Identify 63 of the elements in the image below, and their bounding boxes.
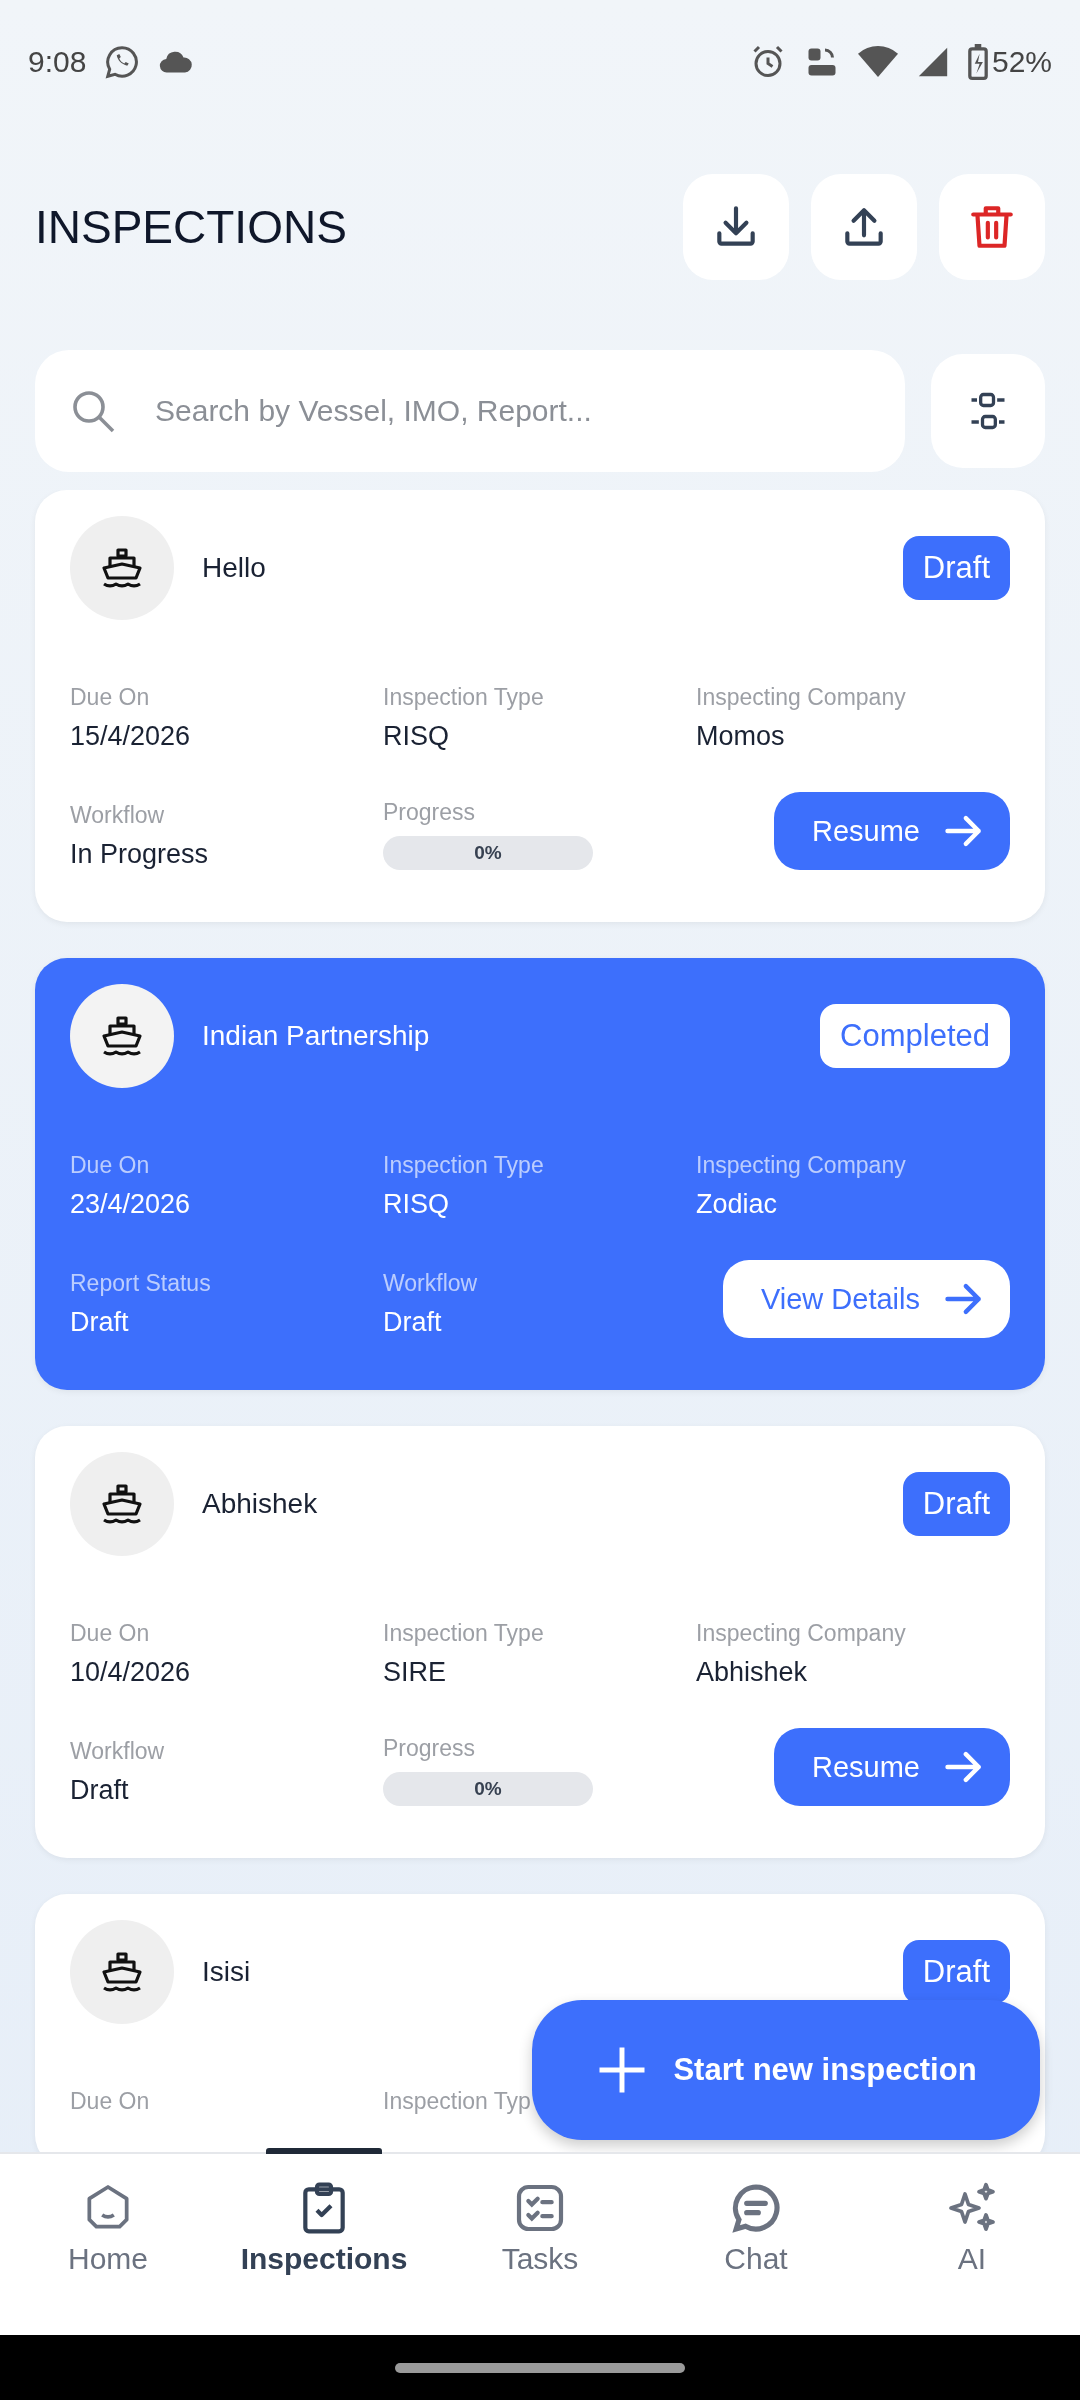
field-label: Progress: [383, 799, 477, 826]
status-badge: Draft: [902, 1472, 1010, 1536]
vessel-name: Hello: [202, 552, 267, 584]
inspection-card[interactable]: Indian Partnership Completed Due On 23/4/2026 Inspection Type RISQ Inspecting Company Zodiac Report Status Draft Workflow Draft View Details: [35, 958, 1045, 1390]
field-value: Zodiac: [696, 1189, 779, 1220]
status-badge: Draft: [902, 1940, 1010, 2004]
search-field[interactable]: Search by Vessel, IMO, Report...: [35, 350, 905, 472]
upload-button[interactable]: [811, 174, 917, 280]
field-label: Due On: [70, 2088, 151, 2115]
field-value: Draft: [383, 1307, 443, 1338]
field-value: Draft: [70, 1775, 130, 1806]
page-title: INSPECTIONS: [35, 200, 348, 254]
progress-reading: 0%: [473, 841, 503, 865]
nav-tab[interactable]: Home: [0, 2154, 216, 2335]
nav-tab[interactable]: Chat: [648, 2154, 864, 2335]
action-button[interactable]: Resume: [774, 1728, 1010, 1806]
inspection-card[interactable]: Abhishek Draft Due On 10/4/2026 Inspection Type SIRE Inspecting Company Abhishek Workflow Draft Progress 0% Resume: [35, 1426, 1045, 1858]
field-value: RISQ: [383, 721, 450, 752]
battery-icon: [967, 44, 988, 80]
vessel-name: Abhishek: [202, 1488, 319, 1520]
field-label: Workflow: [383, 1270, 479, 1297]
status-badge: Draft: [902, 536, 1010, 600]
field-label: Workflow: [70, 802, 166, 829]
download-button[interactable]: [683, 174, 789, 280]
inspection-card[interactable]: Hello Draft Due On 15/4/2026 Inspection Type RISQ Inspecting Company Momos Workflow In Progress Progress 0% Resume: [35, 490, 1045, 922]
field-label: Inspecting Company: [696, 1620, 907, 1647]
field-value: 10/4/2026: [70, 1657, 192, 1688]
field-label: Due On: [70, 1152, 151, 1179]
field-label: Inspecting Company: [696, 1152, 907, 1179]
field-label: Due On: [70, 1620, 151, 1647]
field-value: 15/4/2026: [70, 721, 192, 752]
nav-tab[interactable]: Inspections: [216, 2154, 432, 2335]
vessel-name: Indian Partnership: [202, 1020, 431, 1052]
field-label: Inspection Type: [383, 1620, 545, 1647]
action-button[interactable]: View Details: [722, 1260, 1010, 1338]
vessel-name: Isisi: [202, 1956, 252, 1988]
filter-button[interactable]: [931, 354, 1045, 468]
nav-tab[interactable]: Tasks: [432, 2154, 648, 2335]
field-value: Abhishek: [696, 1657, 809, 1688]
field-value: Momos: [696, 721, 786, 752]
field-value: 23/4/2026: [70, 1189, 192, 1220]
field-label: Inspecting Company: [696, 684, 907, 711]
field-label: Inspection Type: [383, 684, 545, 711]
status-badge: Completed: [820, 1004, 1010, 1068]
field-value: RISQ: [383, 1189, 450, 1220]
field-value: SIRE: [383, 1657, 448, 1688]
field-value: Draft: [70, 1307, 130, 1338]
delete-button[interactable]: [939, 174, 1045, 280]
nav-tab[interactable]: AI: [864, 2154, 1080, 2335]
field-label: Workflow: [70, 1738, 166, 1765]
chat-bubble-icon: [104, 44, 141, 80]
field-label: Inspection Type: [383, 1152, 545, 1179]
field-label: Progress: [383, 1735, 477, 1762]
field-label: Due On: [70, 684, 151, 711]
field-label: Report Status: [70, 1270, 212, 1297]
field-label: Inspection Typ: [383, 2088, 532, 2115]
battery-level: 52%: [991, 45, 1052, 79]
action-button[interactable]: Resume: [774, 792, 1010, 870]
start-inspection-button[interactable]: Start new inspection: [532, 2000, 1040, 2140]
home-handle[interactable]: [395, 2362, 685, 2373]
progress-reading: 0%: [473, 1777, 503, 1801]
field-value: In Progress: [70, 839, 210, 870]
status-time: 9:08: [28, 45, 87, 79]
